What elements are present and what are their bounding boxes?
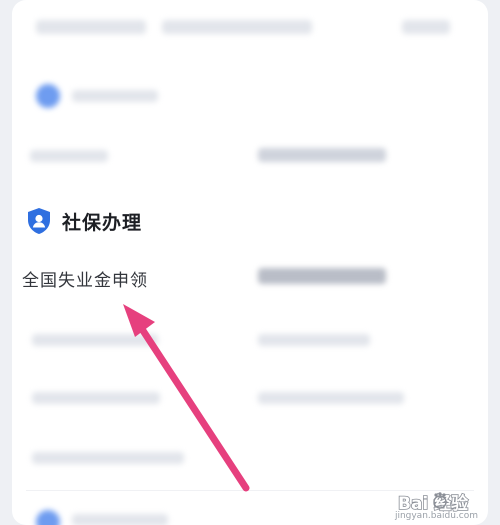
- section-header: 社保办理: [26, 207, 142, 235]
- blurred-row-text: [258, 268, 386, 284]
- blurred-header-link: [402, 20, 450, 34]
- shield-user-icon: [28, 208, 50, 234]
- baidu-jingyan-watermark: Bai 经验 jingyan.baidu.com: [394, 487, 492, 521]
- blurred-row-text: [72, 514, 168, 525]
- section-title: 社保办理: [62, 211, 143, 234]
- blurred-row-text: [258, 392, 404, 404]
- blurred-row-text: [32, 392, 160, 404]
- blurred-blue-icon: [36, 510, 60, 525]
- blurred-header-text: [162, 20, 312, 34]
- content-card: 社保办理 全国失业金申领: [12, 0, 488, 525]
- service-item-unemployment-benefit[interactable]: 全国失业金申领: [22, 266, 148, 291]
- blurred-row-text: [258, 334, 370, 346]
- blurred-row-text: [30, 150, 108, 162]
- blurred-header-text: [36, 20, 146, 34]
- watermark-url: jingyan.baidu.com: [394, 511, 478, 521]
- blurred-blue-icon: [36, 84, 60, 108]
- blurred-row-text: [258, 148, 386, 162]
- blurred-row-text: [72, 90, 158, 102]
- blurred-row-text: [32, 452, 184, 464]
- blurred-row-text: [32, 334, 158, 346]
